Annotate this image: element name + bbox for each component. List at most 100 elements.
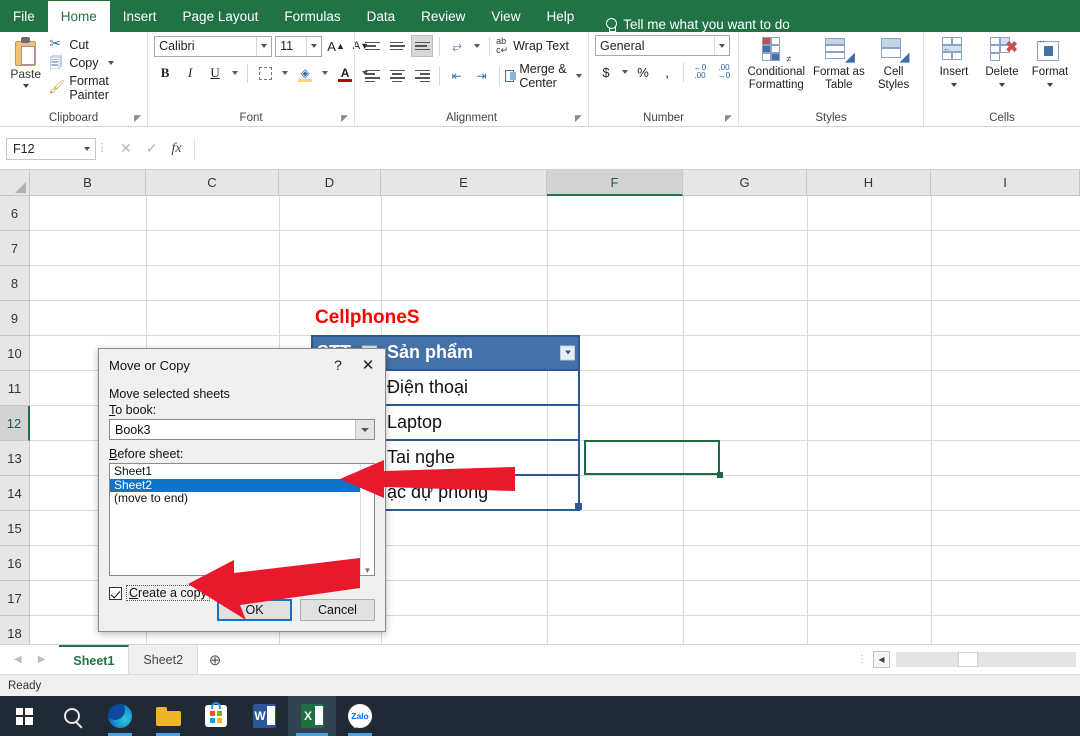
start-button[interactable] [0, 696, 48, 736]
list-item[interactable]: Sheet1 [110, 464, 374, 479]
chevron-down-icon[interactable] [107, 61, 114, 65]
font-name-combo[interactable]: Calibri [154, 35, 273, 57]
row-header-6[interactable]: 6 [0, 196, 30, 231]
align-center-button[interactable] [386, 65, 408, 87]
fill-handle[interactable] [717, 472, 723, 478]
to-book-combo[interactable]: Book3 [109, 419, 375, 440]
paste-button[interactable]: Paste [6, 35, 45, 88]
cut-button[interactable]: Cut [49, 35, 141, 52]
new-sheet-icon[interactable]: ⊕ [198, 651, 232, 669]
chevron-down-icon[interactable] [355, 420, 374, 439]
select-all-corner[interactable] [0, 170, 30, 196]
tab-help[interactable]: Help [533, 0, 587, 32]
taskbar-search[interactable] [48, 696, 96, 736]
tab-data[interactable]: Data [354, 0, 409, 32]
row-header-9[interactable]: 9 [0, 301, 30, 336]
align-right-button[interactable] [411, 65, 433, 87]
chevron-down-icon[interactable] [22, 84, 29, 88]
delete-cells-button[interactable]: ✖ Delete [978, 37, 1026, 88]
taskbar-excel[interactable]: X [288, 696, 336, 736]
cancel-formula-icon[interactable]: ✕ [120, 140, 132, 157]
tab-home[interactable]: Home [47, 1, 110, 32]
insert-cells-button[interactable]: ← Insert [930, 37, 978, 88]
column-header-H[interactable]: H [807, 170, 931, 196]
column-header-B[interactable]: B [30, 170, 146, 196]
tell-me-search[interactable]: Tell me what you want to do [587, 17, 790, 32]
sheet-tab-sheet2[interactable]: Sheet2 [129, 645, 199, 674]
chevron-down-icon[interactable] [256, 36, 271, 56]
font-dialog-launcher[interactable]: ◤ [341, 114, 350, 123]
tab-file[interactable]: File [0, 0, 48, 32]
scrollbar-grip[interactable]: ⋮ [857, 655, 867, 665]
underline-options[interactable] [229, 62, 241, 84]
insert-function-icon[interactable]: fx [171, 141, 181, 157]
bold-button[interactable]: B [154, 62, 176, 84]
close-icon[interactable]: ✕ [351, 350, 385, 380]
column-header-E[interactable]: E [381, 170, 547, 196]
decrease-indent-button[interactable]: ⇤ [446, 65, 468, 87]
copy-button[interactable]: Copy [49, 54, 141, 76]
tab-formulas[interactable]: Formulas [271, 0, 353, 32]
cell-styles-button[interactable]: ◢ Cell Styles [870, 37, 917, 92]
orientation-options[interactable] [471, 35, 483, 57]
column-header-C[interactable]: C [146, 170, 279, 196]
wrap-text-button[interactable]: ab c↵ Wrap Text [496, 37, 569, 55]
row-header-14[interactable]: 14 [0, 476, 30, 511]
increase-decimal-button[interactable]: ←0.00 [689, 61, 711, 83]
fill-color-options[interactable] [319, 62, 331, 84]
horizontal-scrollbar-track[interactable] [896, 652, 1076, 667]
sheet-tab-sheet1[interactable]: Sheet1 [59, 645, 130, 674]
orientation-button[interactable]: ⥂ [446, 35, 468, 57]
format-as-table-button[interactable]: ◢ Format as Table [808, 37, 871, 92]
create-a-copy-checkbox[interactable] [109, 586, 122, 600]
underline-button[interactable]: U [204, 62, 226, 84]
cell-E11[interactable]: Laptop [381, 406, 579, 439]
merge-center-button[interactable]: Merge & Center [505, 62, 582, 90]
row-header-17[interactable]: 17 [0, 581, 30, 616]
name-box[interactable]: F12 [6, 137, 96, 160]
increase-indent-button[interactable]: ⇥ [471, 65, 493, 87]
taskbar-store[interactable] [192, 696, 240, 736]
cell-E10[interactable]: Điện thoại [381, 371, 579, 404]
tab-view[interactable]: View [478, 0, 533, 32]
conditional-formatting-button[interactable]: ≠ Conditional Formatting [745, 37, 808, 92]
tab-review[interactable]: Review [408, 0, 478, 32]
decrease-decimal-button[interactable]: .00 →0 [713, 61, 735, 83]
table-header-san-pham[interactable]: Sản phẩm [381, 336, 579, 369]
chevron-down-icon[interactable] [576, 74, 582, 78]
format-painter-button[interactable]: Format Painter [48, 74, 141, 102]
align-left-button[interactable] [361, 65, 383, 87]
column-header-F[interactable]: F [547, 170, 683, 196]
filter-dropdown-san-pham[interactable] [560, 345, 575, 360]
next-sheet-icon[interactable]: ▶ [38, 654, 46, 665]
tab-page-layout[interactable]: Page Layout [170, 0, 272, 32]
cell-D8-title[interactable]: CellphoneS [315, 300, 475, 335]
taskbar-zalo[interactable]: Zalo [336, 696, 384, 736]
fill-color-button[interactable]: ◈ [294, 62, 316, 84]
align-middle-button[interactable] [386, 35, 408, 57]
chevron-down-icon[interactable] [951, 83, 957, 88]
chevron-down-icon[interactable] [306, 36, 321, 56]
comma-button[interactable]: , [656, 61, 678, 83]
row-header-16[interactable]: 16 [0, 546, 30, 581]
column-header-G[interactable]: G [683, 170, 807, 196]
column-header-I[interactable]: I [931, 170, 1080, 196]
chevron-down-icon[interactable] [999, 83, 1005, 88]
grow-font-button[interactable]: A ▲ [325, 35, 347, 57]
format-cells-button[interactable]: ↔ Format [1026, 36, 1074, 88]
row-header-10[interactable]: 10 [0, 336, 30, 371]
enter-formula-icon[interactable]: ✓ [146, 140, 158, 157]
scroll-left-icon[interactable]: ◀ [873, 651, 890, 668]
scroll-down-icon[interactable]: ▼ [361, 563, 374, 575]
currency-button[interactable]: $ [595, 61, 617, 83]
previous-sheet-icon[interactable]: ◀ [14, 654, 22, 665]
row-header-11[interactable]: 11 [0, 371, 30, 406]
number-dialog-launcher[interactable]: ◤ [725, 114, 734, 123]
help-icon[interactable]: ? [325, 350, 351, 380]
number-format-combo[interactable]: General [595, 35, 730, 56]
chevron-down-icon[interactable] [714, 36, 729, 55]
tab-insert[interactable]: Insert [110, 0, 170, 32]
font-color-button[interactable]: A [334, 62, 356, 84]
font-size-combo[interactable]: 11 [275, 35, 323, 57]
row-header-15[interactable]: 15 [0, 511, 30, 546]
